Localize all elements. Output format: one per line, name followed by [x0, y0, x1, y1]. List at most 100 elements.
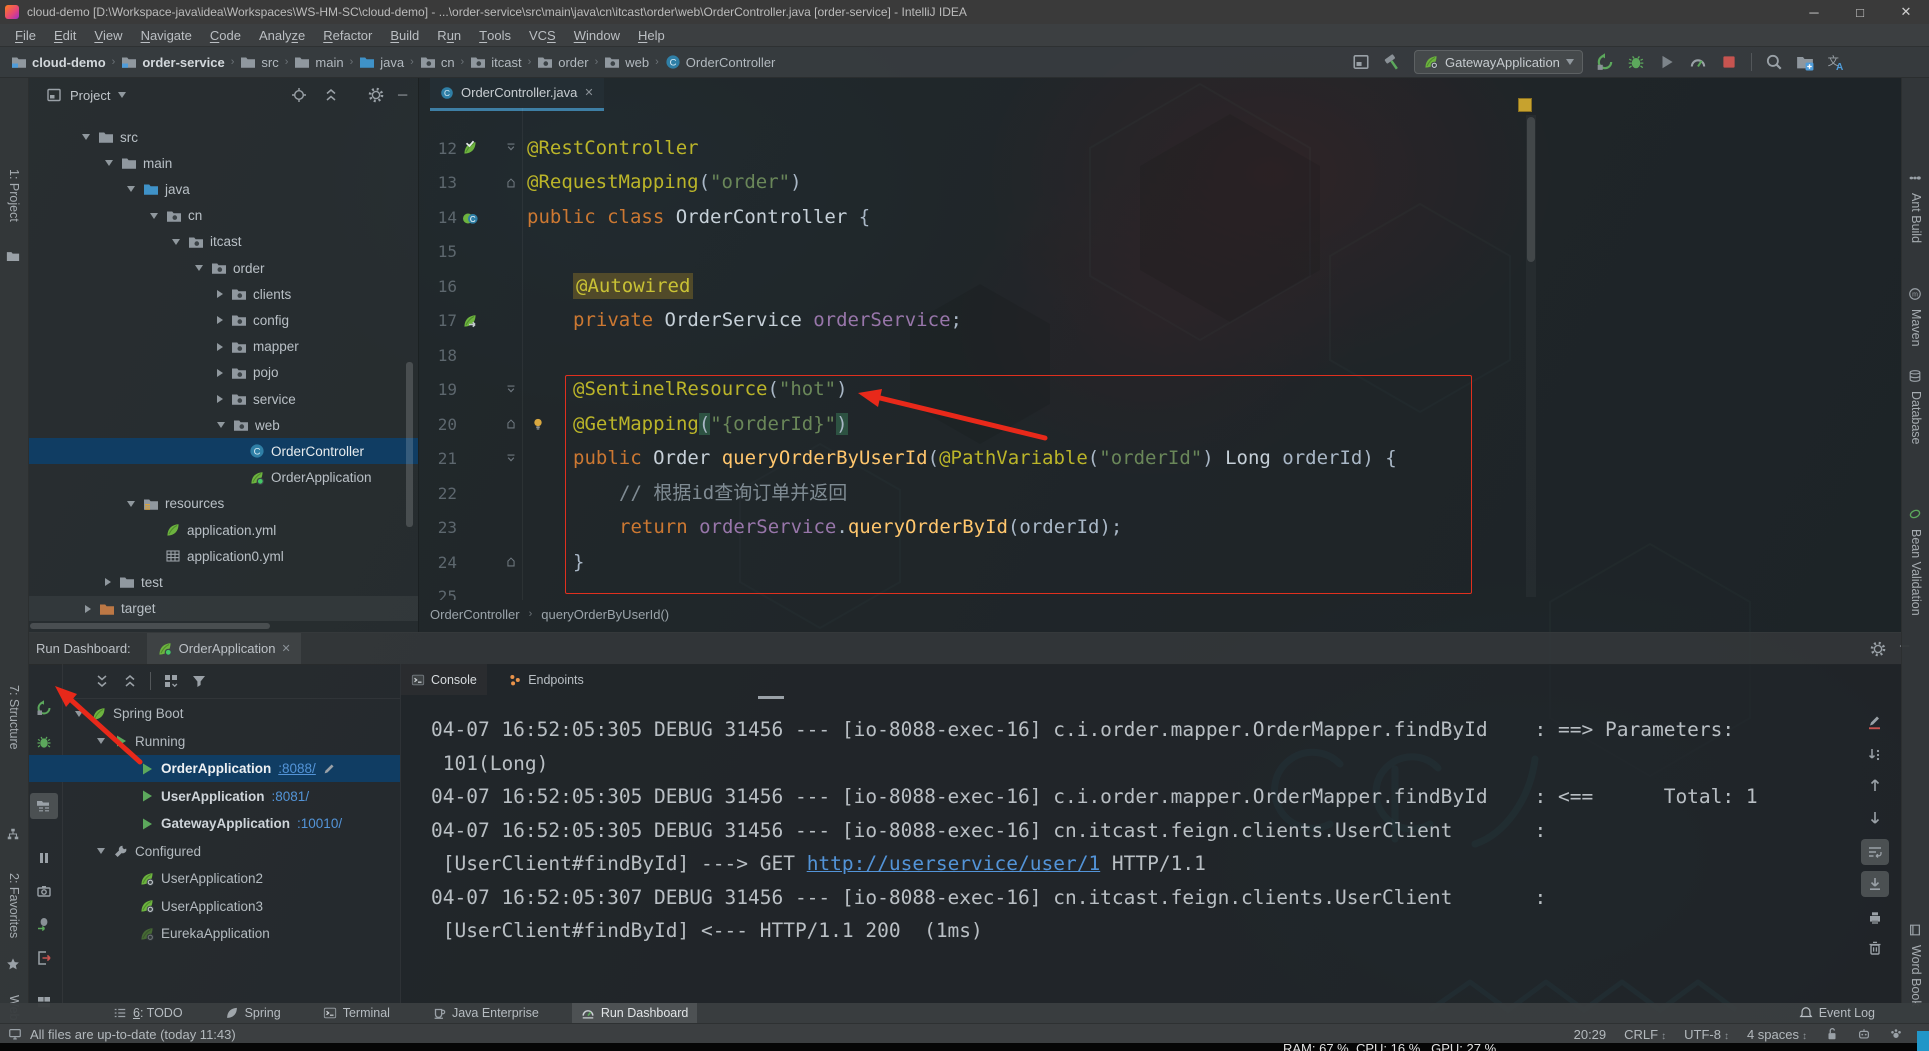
robot-icon[interactable]: [1857, 1027, 1871, 1041]
breadcrumb-class[interactable]: OrderController: [430, 607, 520, 622]
collapse-arrow-icon[interactable]: [127, 500, 135, 507]
stripe-button-ant-build[interactable]: Ant Build: [1909, 193, 1923, 243]
expand-arrow-icon[interactable]: [217, 395, 223, 403]
dashboard-item-userapplication3[interactable]: UserApplication3: [28, 893, 400, 920]
expand-all-icon[interactable]: [94, 673, 110, 689]
plugin-icon[interactable]: [1889, 1027, 1903, 1041]
run-configuration-select[interactable]: GatewayApplication: [1414, 50, 1583, 74]
project-vertical-scrollbar[interactable]: [406, 362, 413, 527]
book-icon[interactable]: [1908, 923, 1922, 937]
collapse-arrow-icon[interactable]: [195, 265, 203, 271]
port-link[interactable]: :8088/: [278, 761, 316, 776]
project-tree-item-application.yml[interactable]: application.yml: [28, 517, 418, 543]
collapse-arrow-icon[interactable]: [82, 134, 90, 140]
crumb-java[interactable]: java: [356, 54, 407, 70]
panel-settings-gear-icon[interactable]: [368, 87, 384, 103]
crumb-ordercontroller[interactable]: C OrderController: [662, 54, 779, 70]
down-dots-icon[interactable]: [1867, 747, 1883, 763]
collapse-arrow-icon[interactable]: [217, 422, 225, 429]
crumb-cloud-demo[interactable]: cloud-demo: [8, 54, 109, 70]
crumb-order-service[interactable]: order-service: [118, 54, 227, 70]
collapse-arrow-icon[interactable]: [105, 160, 113, 167]
code-line-15[interactable]: 15: [418, 234, 1901, 269]
hammer-icon[interactable]: [1383, 53, 1401, 71]
project-tree-item-src[interactable]: src: [28, 124, 418, 150]
expand-arrow-icon[interactable]: [217, 290, 223, 299]
hide-panel-icon[interactable]: ─: [398, 87, 407, 102]
trash-icon[interactable]: [1867, 940, 1883, 956]
dashboard-settings-gear-icon[interactable]: [1870, 641, 1886, 657]
breadcrumb-method[interactable]: queryOrderByUserId(): [541, 607, 669, 622]
code-line-14[interactable]: 14 Cpublic class OrderController {: [418, 200, 1901, 235]
fold-marker-icon[interactable]: [504, 417, 518, 431]
project-horizontal-scrollbar[interactable]: [30, 623, 270, 629]
project-tree-item-web[interactable]: web: [28, 412, 418, 438]
toolwindow-button-java-enterprise[interactable]: Java Enterprise: [423, 1003, 548, 1023]
console-tab-console[interactable]: Console: [401, 664, 487, 695]
stop-red-icon[interactable]: [1720, 53, 1738, 71]
toolwindow-icon[interactable]: [1352, 53, 1370, 71]
ant-icon[interactable]: [1908, 171, 1922, 185]
menu-window[interactable]: Window: [565, 24, 629, 46]
project-tree-item-orderapplication[interactable]: OrderApplication: [28, 465, 418, 491]
filter-icon[interactable]: [191, 673, 207, 689]
bean-icon[interactable]: [1908, 507, 1922, 521]
search-icon[interactable]: [1765, 53, 1783, 71]
dashboard-tab-close-icon[interactable]: ✕: [282, 642, 291, 655]
menu-file[interactable]: File: [6, 24, 45, 46]
project-view-dropdown-icon[interactable]: [118, 92, 127, 98]
code-line-16[interactable]: 16 @Autowired: [418, 269, 1901, 304]
leaf-check-icon[interactable]: [462, 140, 478, 156]
dashboard-item-eurekaapplication[interactable]: EurekaApplication: [28, 920, 400, 947]
minimize-button[interactable]: ─: [1791, 0, 1837, 24]
play-gray-icon[interactable]: [1658, 53, 1676, 71]
project-tree-item-ordercontroller[interactable]: C OrderController: [28, 438, 418, 464]
debug-icon[interactable]: [1627, 53, 1645, 71]
stripe-button-bean-validation[interactable]: Bean Validation: [1909, 529, 1923, 616]
scrollend-icon[interactable]: [1867, 876, 1883, 892]
crumb-cn[interactable]: cn: [417, 54, 458, 70]
close-button[interactable]: ✕: [1883, 0, 1929, 24]
line-ending-widget[interactable]: CRLF ↕: [1624, 1027, 1666, 1042]
editor-scrollbar-thumb[interactable]: [1527, 117, 1535, 262]
project-tree-item-target[interactable]: target: [28, 596, 418, 622]
monitor-icon[interactable]: [8, 1027, 22, 1041]
menu-help[interactable]: Help: [629, 24, 674, 46]
console-url-link[interactable]: http://userservice/user/1: [807, 852, 1101, 875]
code-line-18[interactable]: 18: [418, 338, 1901, 373]
port-link[interactable]: :8081/: [272, 789, 310, 804]
project-tree-item-service[interactable]: service: [28, 386, 418, 412]
structure-icon[interactable]: [6, 827, 20, 841]
stripe-button-1-project[interactable]: 1: Project: [7, 169, 21, 222]
collapse-all-icon[interactable]: [122, 673, 138, 689]
menu-edit[interactable]: Edit: [45, 24, 85, 46]
menu-navigate[interactable]: Navigate: [132, 24, 201, 46]
dashboard-item-orderapplication[interactable]: OrderApplication:8088/: [28, 755, 400, 782]
lock-icon[interactable]: [1825, 1027, 1839, 1041]
code-line-13[interactable]: 13 @RequestMapping("order"): [418, 165, 1901, 200]
encoding-widget[interactable]: UTF-8 ↕: [1684, 1027, 1729, 1042]
star-icon[interactable]: [6, 957, 20, 971]
expand-arrow-icon[interactable]: [217, 342, 223, 351]
menu-tools[interactable]: Tools: [470, 24, 520, 46]
expand-arrow-icon[interactable]: [85, 604, 91, 613]
fold-marker-icon[interactable]: [504, 141, 518, 155]
project-tree-item-mapper[interactable]: mapper: [28, 334, 418, 360]
stripe-button-database[interactable]: Database: [1909, 391, 1923, 445]
dashboard-item-running[interactable]: Running: [28, 728, 400, 755]
editor-tab-ordercontroller[interactable]: C OrderController.java ✕: [430, 77, 604, 111]
menu-analyze[interactable]: Analy z e: [250, 24, 314, 46]
stripe-button-2-favorites[interactable]: 2: Favorites: [7, 873, 21, 938]
menu-build[interactable]: Build: [381, 24, 428, 46]
project-tree-item-itcast[interactable]: itcast: [28, 229, 418, 255]
expand-arrow-icon[interactable]: [217, 316, 223, 325]
softwrap-icon[interactable]: [1867, 844, 1883, 860]
indent-widget[interactable]: 4 spaces ↕: [1747, 1027, 1807, 1042]
dashboard-item-spring boot[interactable]: Spring Boot: [28, 700, 400, 727]
menu-run[interactable]: Run: [428, 24, 470, 46]
menu-view[interactable]: View: [85, 24, 131, 46]
collapse-arrow-icon[interactable]: [150, 212, 158, 219]
menu-refactor[interactable]: Refactor: [314, 24, 381, 46]
dashboard-item-gatewayapplication[interactable]: GatewayApplication:10010/: [28, 810, 400, 837]
stripe-button-7-structure[interactable]: 7: Structure: [7, 685, 21, 750]
